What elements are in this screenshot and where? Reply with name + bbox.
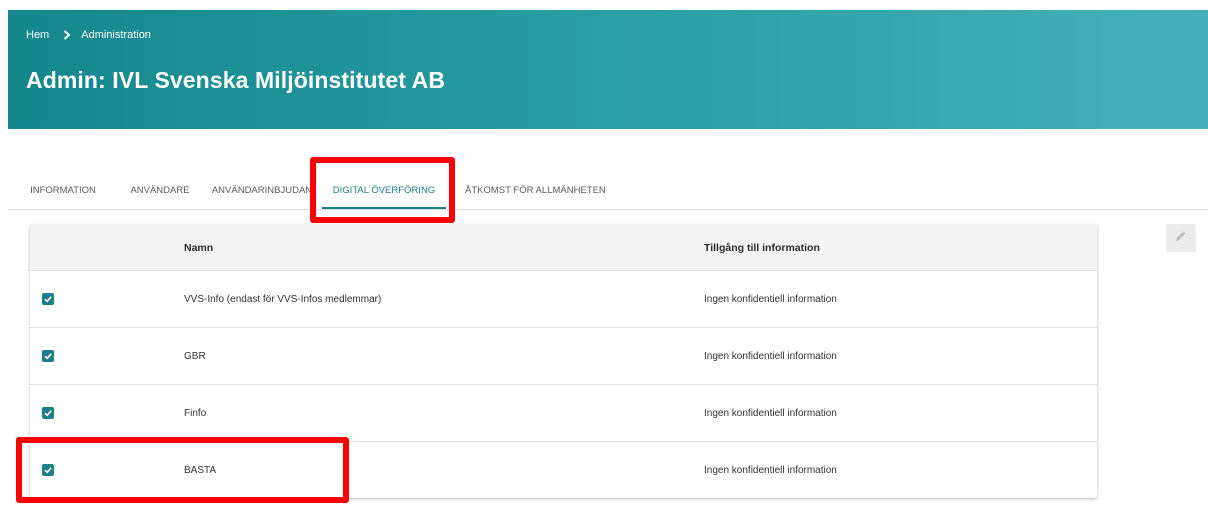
row-checkbox[interactable] — [42, 293, 54, 305]
checkbox-checked-icon — [44, 467, 52, 474]
checkbox-checked-icon — [44, 296, 52, 303]
tab-anvandare[interactable]: ANVÄNDARE — [118, 170, 202, 208]
table-header: Namn Tillgång till information — [30, 225, 1097, 271]
tab-anvandarinbjudan[interactable]: ANVÄNDARINBJUDAN — [202, 170, 322, 208]
column-header-tillgang: Tillgång till information — [704, 242, 820, 254]
pencil-icon — [1174, 229, 1188, 248]
row-checkbox[interactable] — [42, 407, 54, 419]
row-access: Ingen konfidentiell information — [704, 408, 837, 419]
row-checkbox[interactable] — [42, 464, 54, 476]
checkbox-checked-icon — [44, 353, 52, 360]
breadcrumb-administration-link[interactable]: Administration — [81, 29, 151, 41]
breadcrumb-home-link[interactable]: Hem — [26, 29, 49, 41]
table-row: GBR Ingen konfidentiell information — [30, 328, 1097, 385]
chevron-right-icon — [63, 30, 71, 40]
row-name: BASTA — [184, 465, 217, 476]
row-name: Finfo — [184, 408, 207, 419]
row-access: Ingen konfidentiell information — [704, 294, 837, 305]
tab-bar: INFORMATION ANVÄNDARE ANVÄNDARINBJUDAN D… — [8, 170, 1208, 210]
page-title: Admin: IVL Svenska Miljöinstitutet AB — [26, 67, 446, 93]
page-header: Hem Administration Admin: IVL Svenska Mi… — [8, 10, 1208, 129]
breadcrumb: Hem Administration — [26, 29, 151, 41]
tab-atkomst-for-allmanheten[interactable]: ÅTKOMST FÖR ALLMÄNHETEN — [465, 170, 606, 208]
table-row: Finfo Ingen konfidentiell information — [30, 385, 1097, 442]
tab-information[interactable]: INFORMATION — [8, 170, 118, 208]
row-access: Ingen konfidentiell information — [704, 351, 837, 362]
checkbox-checked-icon — [44, 410, 52, 417]
row-name: GBR — [184, 351, 206, 362]
edit-button[interactable] — [1166, 224, 1196, 252]
column-header-namn: Namn — [184, 242, 214, 254]
table-row: VVS-Info (endast för VVS-Infos medlemmar… — [30, 271, 1097, 328]
table-row: BASTA Ingen konfidentiell information — [30, 442, 1097, 498]
row-checkbox[interactable] — [42, 350, 54, 362]
tab-digital-overforing[interactable]: DIGITAL ÖVERFÖRING — [322, 170, 446, 209]
digital-transfer-table: Namn Tillgång till information VVS-Info … — [30, 225, 1097, 498]
row-access: Ingen konfidentiell information — [704, 465, 837, 476]
row-name: VVS-Info (endast för VVS-Infos medlemmar… — [184, 294, 382, 305]
